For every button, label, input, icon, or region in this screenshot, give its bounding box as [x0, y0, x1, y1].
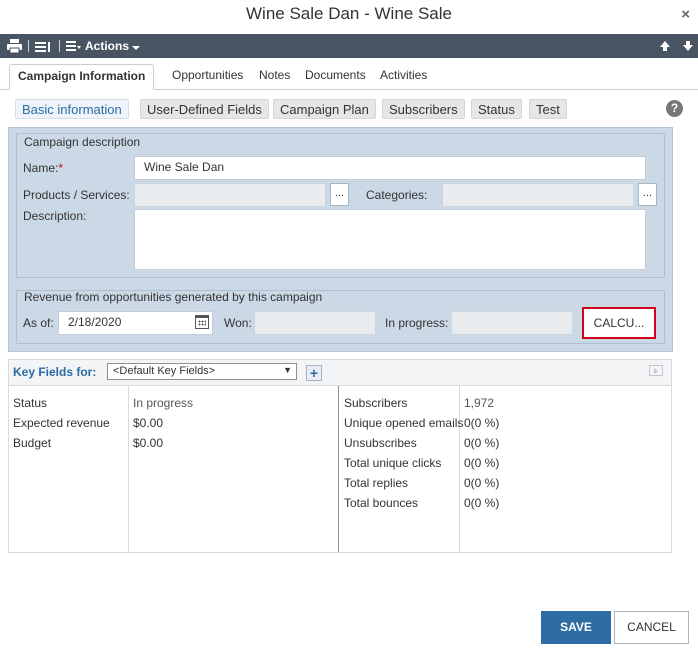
products-services-label: Products / Services:: [23, 188, 130, 202]
title-bar: Wine Sale Dan - Wine Sale ×: [0, 0, 698, 32]
print-icon[interactable]: [7, 34, 22, 58]
won-label: Won:: [224, 316, 252, 330]
key-field-value: $0.00: [133, 416, 164, 430]
column-divider: [338, 386, 339, 552]
chevron-down-icon: [132, 45, 141, 50]
subtab-user-defined-fields[interactable]: User-Defined Fields: [140, 99, 269, 119]
cancel-button[interactable]: CANCEL: [614, 611, 689, 644]
expand-panel-icon[interactable]: [649, 365, 663, 376]
categories-field[interactable]: [442, 183, 634, 207]
key-field-value: 0(0 %): [464, 496, 500, 510]
categories-browse-button[interactable]: ...: [638, 183, 657, 206]
column-divider: [459, 386, 460, 552]
actions-menu[interactable]: Actions: [66, 34, 141, 58]
key-field-label: Total bounces: [344, 496, 419, 510]
add-key-field-button[interactable]: +: [306, 365, 322, 381]
campaign-description-title: Campaign description: [24, 135, 141, 149]
calculate-button[interactable]: CALCU...: [582, 307, 656, 339]
list-icon[interactable]: [35, 34, 51, 58]
key-field-label: Unsubscribes: [344, 436, 417, 450]
subtab-basic-information[interactable]: Basic information: [15, 99, 129, 119]
key-field-label: Unique opened emails: [344, 416, 464, 430]
close-icon[interactable]: ×: [681, 6, 690, 23]
key-field-value: 0(0 %): [464, 436, 500, 450]
key-fields-label: Key Fields for:: [13, 365, 97, 379]
description-label: Description:: [23, 209, 87, 223]
key-field-label: Expected revenue: [13, 416, 110, 430]
key-field-value: In progress: [133, 396, 194, 410]
key-field-value: 0(0 %): [464, 416, 500, 430]
calendar-icon[interactable]: [195, 315, 209, 329]
tab-activities[interactable]: Activities: [372, 64, 435, 90]
subtab-status[interactable]: Status: [471, 99, 522, 119]
tab-campaign-information[interactable]: Campaign Information: [9, 64, 155, 90]
key-field-label: Total unique clicks: [344, 456, 442, 470]
key-field-value: 1,972: [464, 396, 495, 410]
subtab-subscribers[interactable]: Subscribers: [382, 99, 465, 119]
key-fields-select[interactable]: <Default Key Fields> ▼: [107, 363, 297, 380]
required-mark: *: [58, 161, 64, 175]
toolbar-divider: [59, 40, 60, 52]
products-services-field[interactable]: [134, 183, 326, 207]
tab-opportunities[interactable]: Opportunities: [164, 64, 251, 90]
key-field-value: 0(0 %): [464, 456, 500, 470]
categories-label: Categories:: [366, 188, 428, 202]
name-field[interactable]: Wine Sale Dan: [134, 156, 646, 180]
key-field-value: 0(0 %): [464, 476, 500, 490]
actions-label: Actions: [85, 39, 130, 53]
key-field-label: Status: [13, 396, 48, 410]
key-fields-grid: Status In progress Expected revenue $0.0…: [8, 386, 672, 553]
revenue-group-title: Revenue from opportunities generated by …: [24, 290, 323, 304]
subtab-test[interactable]: Test: [529, 99, 567, 119]
key-fields-header: Key Fields for: <Default Key Fields> ▼ +: [8, 359, 672, 386]
toolbar-divider: [28, 40, 29, 52]
as-of-date-field[interactable]: 2/18/2020: [58, 311, 213, 335]
key-field-label: Subscribers: [344, 396, 408, 410]
in-progress-label: In progress:: [385, 316, 449, 330]
key-field-label: Total replies: [344, 476, 409, 490]
tab-notes[interactable]: Notes: [251, 64, 298, 90]
arrow-up-icon[interactable]: [659, 34, 671, 58]
key-field-label: Budget: [13, 436, 52, 450]
subtab-campaign-plan[interactable]: Campaign Plan: [273, 99, 376, 119]
products-browse-button[interactable]: ...: [330, 183, 349, 206]
tab-documents[interactable]: Documents: [297, 64, 374, 90]
name-label: Name:*: [23, 161, 64, 175]
window-title: Wine Sale Dan - Wine Sale: [246, 4, 452, 23]
toolbar: Actions: [0, 34, 698, 58]
description-textarea[interactable]: [134, 209, 646, 270]
save-button[interactable]: SAVE: [541, 611, 611, 644]
column-divider: [128, 386, 129, 552]
as-of-label: As of:: [23, 316, 54, 330]
actions-list-icon: [66, 41, 81, 51]
main-tabs: Campaign Information Opportunities Notes…: [0, 58, 698, 90]
key-field-value: $0.00: [133, 436, 164, 450]
won-field: [254, 311, 376, 335]
dropdown-arrow-icon: ▼: [283, 365, 292, 375]
help-icon[interactable]: ?: [666, 100, 683, 117]
key-fields-selected: <Default Key Fields>: [113, 365, 216, 377]
in-progress-field: [451, 311, 573, 335]
arrow-down-icon[interactable]: [682, 34, 694, 58]
